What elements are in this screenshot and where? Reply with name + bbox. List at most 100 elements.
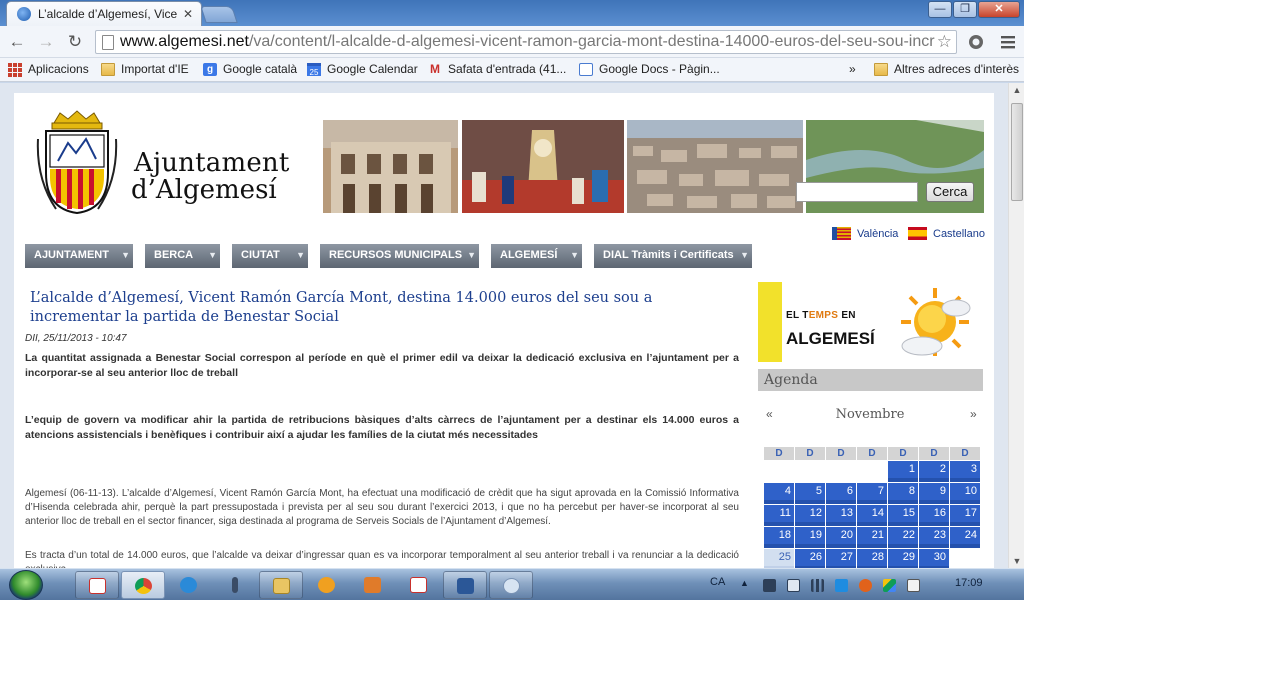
- calendar-day[interactable]: 13: [826, 505, 856, 526]
- bookmark-label: Importat d'IE: [121, 62, 189, 76]
- menu-berca[interactable]: BERCA ▼: [145, 244, 220, 268]
- menu-ciutat[interactable]: CIUTAT ▼: [232, 244, 308, 268]
- calendar-day[interactable]: 27: [826, 549, 856, 568]
- network-icon[interactable]: [811, 579, 824, 592]
- language-castellano-link[interactable]: Castellano: [908, 227, 985, 240]
- calendar-day[interactable]: 2: [919, 461, 949, 482]
- bookmark-importat-ie[interactable]: Importat d'IE: [101, 62, 189, 76]
- url-path: /va/content/l-alcalde-d-algemesi-vicent-…: [248, 33, 935, 50]
- taskbar-gmail[interactable]: [75, 571, 119, 599]
- volume-icon[interactable]: [787, 579, 800, 592]
- chrome-menu-icon[interactable]: [1000, 34, 1016, 50]
- tab-close-icon[interactable]: ✕: [181, 7, 195, 21]
- taskbar-word[interactable]: [443, 571, 487, 599]
- calendar-day[interactable]: 14: [857, 505, 887, 526]
- calendar-next-button[interactable]: »: [970, 407, 977, 421]
- calendar-day[interactable]: 24: [950, 527, 980, 548]
- calendar-day[interactable]: 29: [888, 549, 918, 568]
- menu-dial-tramits[interactable]: DIAL Tràmits i Certificats ▼: [594, 244, 752, 268]
- taskbar-media[interactable]: [305, 571, 349, 599]
- gmail-app-icon: [89, 578, 106, 594]
- extension-icon[interactable]: [968, 34, 984, 50]
- calendar-day[interactable]: 11: [764, 505, 794, 526]
- bookmark-gmail[interactable]: M Safata d'entrada (41...: [428, 62, 566, 76]
- weather-widget[interactable]: EL TEMPS EN ALGEMESÍ: [758, 282, 982, 362]
- browser-tab-active[interactable]: L’alcalde d’Algemesí, Vice ✕: [6, 1, 202, 26]
- valencian-flag-icon: [832, 227, 851, 240]
- calendar-day[interactable]: 9: [919, 483, 949, 504]
- google-drive-icon[interactable]: [883, 579, 896, 592]
- back-button[interactable]: ←: [6, 32, 28, 52]
- window-close-button[interactable]: ✕: [978, 1, 1020, 18]
- device-tray-icon[interactable]: [763, 579, 776, 592]
- calendar-day[interactable]: 19: [795, 527, 825, 548]
- bookmarks-overflow-button[interactable]: »: [849, 62, 856, 76]
- calendar-day[interactable]: 3: [950, 461, 980, 482]
- chevron-down-icon: ▼: [740, 250, 749, 260]
- calendar-day[interactable]: 28: [857, 549, 887, 568]
- calendar-day[interactable]: 20: [826, 527, 856, 548]
- scroll-up-icon[interactable]: ▲: [1009, 83, 1024, 97]
- calendar-day[interactable]: 12: [795, 505, 825, 526]
- address-bar[interactable]: www.algemesi.net/va/content/l-alcalde-d-…: [95, 30, 957, 54]
- brand-line-1: Ajuntament: [134, 148, 290, 178]
- action-center-icon[interactable]: [907, 579, 920, 592]
- bookmark-google-docs[interactable]: Google Docs - Pàgin...: [579, 62, 720, 76]
- calendar-day[interactable]: 22: [888, 527, 918, 548]
- calendar-day[interactable]: 5: [795, 483, 825, 504]
- bookmark-google-calendar[interactable]: 25 Google Calendar: [307, 62, 418, 77]
- site-search-input[interactable]: [796, 182, 918, 202]
- calendar-day-today[interactable]: 25: [764, 549, 794, 568]
- taskbar-tool[interactable]: [213, 571, 257, 599]
- taskbar-explorer[interactable]: [259, 571, 303, 599]
- page-icon: [102, 34, 114, 50]
- tray-expand-icon[interactable]: ▲: [740, 578, 749, 588]
- taskbar-paint[interactable]: [489, 571, 533, 599]
- calendar-day[interactable]: 18: [764, 527, 794, 548]
- taskbar-chrome[interactable]: [121, 571, 165, 599]
- menu-ajuntament[interactable]: AJUNTAMENT ▼: [25, 244, 133, 268]
- app-tray-icon[interactable]: [859, 579, 872, 592]
- language-valencia-link[interactable]: València: [832, 227, 898, 240]
- calendar-day[interactable]: 23: [919, 527, 949, 548]
- clock[interactable]: 17:09: [955, 577, 983, 589]
- window-maximize-button[interactable]: ❐: [953, 1, 977, 18]
- calendar-day[interactable]: 16: [919, 505, 949, 526]
- new-tab-button[interactable]: [200, 6, 238, 23]
- dropbox-icon[interactable]: [835, 579, 848, 592]
- scroll-down-icon[interactable]: ▼: [1009, 554, 1024, 568]
- article-lead: La quantitat assignada a Benestar Social…: [25, 352, 739, 379]
- scrollbar-thumb[interactable]: [1011, 103, 1023, 201]
- calendar-day[interactable]: 10: [950, 483, 980, 504]
- input-language[interactable]: CA: [710, 576, 725, 588]
- calendar-weekday: D: [950, 447, 980, 460]
- reload-button[interactable]: ↻: [64, 32, 86, 52]
- media-app-icon: [318, 577, 335, 593]
- bookmark-other[interactable]: Altres adreces d'interès: [874, 62, 1019, 76]
- calendar-day[interactable]: 17: [950, 505, 980, 526]
- start-button[interactable]: [9, 570, 43, 600]
- calendar-day[interactable]: 21: [857, 527, 887, 548]
- calendar-day[interactable]: 1: [888, 461, 918, 482]
- taskbar-pdf[interactable]: [397, 571, 441, 599]
- calendar-prev-button[interactable]: «: [766, 407, 773, 421]
- window-minimize-button[interactable]: —: [928, 1, 952, 18]
- bookmark-google-catala[interactable]: g Google català: [203, 62, 297, 76]
- calendar-day[interactable]: 4: [764, 483, 794, 504]
- bookmark-star-icon[interactable]: ☆: [934, 32, 952, 52]
- calendar-day[interactable]: 6: [826, 483, 856, 504]
- bookmark-apps[interactable]: Aplicacions: [8, 62, 89, 77]
- menu-algemesi[interactable]: ALGEMESÍ ▼: [491, 244, 582, 268]
- taskbar-ie[interactable]: [167, 571, 211, 599]
- menu-recursos-municipals[interactable]: RECURSOS MUNICIPALS ▼: [320, 244, 479, 268]
- calendar-day[interactable]: 15: [888, 505, 918, 526]
- page-scrollbar[interactable]: ▲ ▼: [1008, 83, 1024, 568]
- calendar-day[interactable]: 30: [919, 549, 949, 568]
- calendar-day[interactable]: 7: [857, 483, 887, 504]
- site-search-button[interactable]: Cerca: [926, 182, 974, 202]
- taskbar-stack[interactable]: [351, 571, 395, 599]
- bookmark-label: Aplicacions: [28, 62, 89, 76]
- calendar-day[interactable]: 26: [795, 549, 825, 568]
- calendar-day[interactable]: 8: [888, 483, 918, 504]
- forward-button[interactable]: →: [35, 32, 57, 52]
